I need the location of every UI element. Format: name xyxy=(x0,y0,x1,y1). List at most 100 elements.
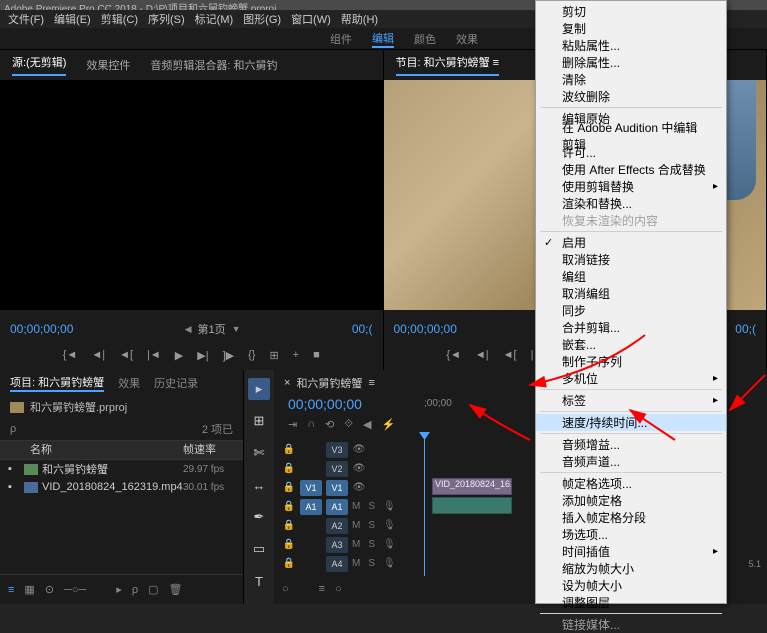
menu-item[interactable]: 同步 xyxy=(536,302,726,319)
project-row[interactable]: ▪和六舅钓螃蟹29.97 fps xyxy=(0,460,243,478)
workspace-tab[interactable]: 组件 xyxy=(330,31,352,47)
transport-button[interactable]: {◄ xyxy=(63,349,78,361)
menu-item[interactable]: 速度/持续时间... xyxy=(536,414,726,431)
track-control[interactable]: 🎙 xyxy=(383,539,396,550)
menu-item[interactable]: 嵌套... xyxy=(536,336,726,353)
timeline-option-icon[interactable]: ⚡ xyxy=(381,418,395,438)
menu-item[interactable]: 在 Adobe Audition 中编辑剪辑 xyxy=(536,127,726,144)
workspace-tab[interactable]: 编辑 xyxy=(372,30,394,48)
transport-button[interactable]: ■ xyxy=(313,349,320,361)
menu-item[interactable]: 场选项... xyxy=(536,526,726,543)
transport-button[interactable]: + xyxy=(293,349,299,361)
track-label[interactable]: V3 xyxy=(326,442,348,458)
menu-item[interactable]: 合并剪辑... xyxy=(536,319,726,336)
tool-button[interactable]: ⊞ xyxy=(248,410,270,432)
menu-item[interactable]: 渲染和替换... xyxy=(536,195,726,212)
project-toolbar[interactable]: ≡▦⊙─○─▸ρ▢🗑 xyxy=(0,574,243,604)
menu-item[interactable]: 启用 xyxy=(536,234,726,251)
menu-item[interactable]: 剪切 xyxy=(536,3,726,20)
menu-item[interactable]: 取消链接 xyxy=(536,251,726,268)
project-tool-icon[interactable]: ≡ xyxy=(8,584,14,596)
track-label[interactable]: V1 xyxy=(326,480,348,496)
menu-item[interactable]: 剪辑(C) xyxy=(97,10,142,28)
workspace-tab[interactable]: 颜色 xyxy=(414,31,436,47)
search-icon[interactable]: ρ xyxy=(10,423,16,435)
transport-button[interactable]: {} xyxy=(248,349,255,361)
menu-item[interactable]: 编辑(E) xyxy=(50,10,95,28)
track-control[interactable]: 🎙 xyxy=(383,520,396,531)
menu-item[interactable]: 插入帧定格分段 xyxy=(536,509,726,526)
video-clip[interactable]: VID_20180824_1623 xyxy=(432,478,512,495)
menu-item[interactable]: 取消编组 xyxy=(536,285,726,302)
project-tool-icon[interactable]: ▢ xyxy=(148,583,158,596)
menu-item[interactable]: 多机位 xyxy=(536,370,726,387)
menu-item[interactable]: 制作子序列 xyxy=(536,353,726,370)
transport-button[interactable]: {◄ xyxy=(446,349,461,361)
source-tab[interactable]: 音频剪辑混合器: 和六舅钓 xyxy=(150,57,277,73)
transport-button[interactable]: ◄[ xyxy=(503,349,517,361)
timeline-nav-icon[interactable]: ≡ xyxy=(319,583,325,595)
track-target[interactable]: V1 xyxy=(300,480,322,496)
transport-button[interactable]: |◄ xyxy=(147,349,161,361)
timeline-option-icon[interactable]: ∩ xyxy=(307,418,315,438)
project-tool-icon[interactable]: ▦ xyxy=(24,583,34,596)
transport-button[interactable]: ▶ xyxy=(175,349,183,362)
tool-palette[interactable]: ▸⊞✄↔✒▭T xyxy=(244,370,274,604)
track-control[interactable]: M xyxy=(352,501,360,512)
track-control[interactable]: S xyxy=(368,520,375,531)
menu-item[interactable]: 使用剪辑替换 xyxy=(536,178,726,195)
menu-item[interactable]: 窗口(W) xyxy=(287,10,335,28)
menu-item[interactable]: 图形(G) xyxy=(239,10,285,28)
track-control[interactable]: S xyxy=(368,501,375,512)
lock-icon[interactable]: 🔒 xyxy=(282,501,296,512)
source-pager[interactable]: 第1页 xyxy=(198,321,226,337)
eye-icon[interactable]: 👁 xyxy=(352,482,366,493)
lock-icon[interactable]: 🔒 xyxy=(282,520,296,531)
transport-button[interactable]: ◄[ xyxy=(119,349,133,361)
timeline-nav-icon[interactable]: ○ xyxy=(282,583,289,595)
menu-item[interactable]: 音频增益... xyxy=(536,436,726,453)
lock-icon[interactable]: 🔒 xyxy=(282,539,296,550)
page-prev-icon[interactable]: ◀ xyxy=(185,324,192,335)
timeline-option-icon[interactable]: ⟲ xyxy=(325,418,334,438)
menu-item[interactable]: 添加帧定格 xyxy=(536,492,726,509)
track-label[interactable]: A3 xyxy=(326,537,348,553)
menu-item[interactable]: 清除 xyxy=(536,71,726,88)
transport-button[interactable]: ]▶ xyxy=(223,349,235,362)
row-checkbox[interactable]: ▪ xyxy=(0,481,20,493)
track-label[interactable]: A2 xyxy=(326,518,348,534)
lock-icon[interactable]: 🔒 xyxy=(282,444,296,455)
transport-button[interactable]: ⊞ xyxy=(269,349,278,362)
source-tabs[interactable]: 源:(无剪辑) 效果控件 音频剪辑混合器: 和六舅钓 xyxy=(0,50,383,80)
menu-item[interactable]: 时间插值 xyxy=(536,543,726,560)
menu-item[interactable]: 粘贴属性... xyxy=(536,37,726,54)
source-tab[interactable]: 效果控件 xyxy=(86,57,130,73)
tool-button[interactable]: ✄ xyxy=(248,442,270,464)
lock-icon[interactable]: 🔒 xyxy=(282,558,296,569)
menu-item[interactable]: 删除属性... xyxy=(536,54,726,71)
track-control[interactable]: M xyxy=(352,539,360,550)
timeline-nav-icon[interactable]: ○ xyxy=(335,583,342,595)
menu-item[interactable]: 标记(M) xyxy=(191,10,238,28)
menu-item[interactable]: 标签 xyxy=(536,392,726,409)
track-label[interactable]: A4 xyxy=(326,556,348,572)
track-label[interactable]: V2 xyxy=(326,461,348,477)
tool-button[interactable]: ▸ xyxy=(248,378,270,400)
transport-button[interactable]: ▶| xyxy=(197,349,208,362)
source-transport[interactable]: {◄◄|◄[|◄▶▶|]▶{}⊞+■ xyxy=(0,344,383,366)
track-control[interactable]: 🎙 xyxy=(383,501,396,512)
tool-button[interactable]: T xyxy=(248,570,270,592)
menu-item[interactable]: 文件(F) xyxy=(4,10,48,28)
menu-item[interactable]: 设为帧大小 xyxy=(536,577,726,594)
timeline-option-icon[interactable]: ⟐ xyxy=(344,418,353,438)
project-tab[interactable]: 项目: 和六舅钓螃蟹 xyxy=(10,374,104,392)
project-tool-icon[interactable]: ⊙ xyxy=(45,583,54,596)
source-tab[interactable]: 源:(无剪辑) xyxy=(12,54,66,76)
row-checkbox[interactable]: ▪ xyxy=(0,463,20,475)
track-control[interactable]: S xyxy=(368,539,375,550)
timeline-option-icon[interactable]: ◀ xyxy=(363,418,371,438)
project-tabs[interactable]: 项目: 和六舅钓螃蟹效果历史记录 xyxy=(0,370,243,396)
project-tab[interactable]: 效果 xyxy=(118,375,140,391)
menu-item[interactable]: 缩放为帧大小 xyxy=(536,560,726,577)
transport-button[interactable]: ◄| xyxy=(475,349,489,361)
